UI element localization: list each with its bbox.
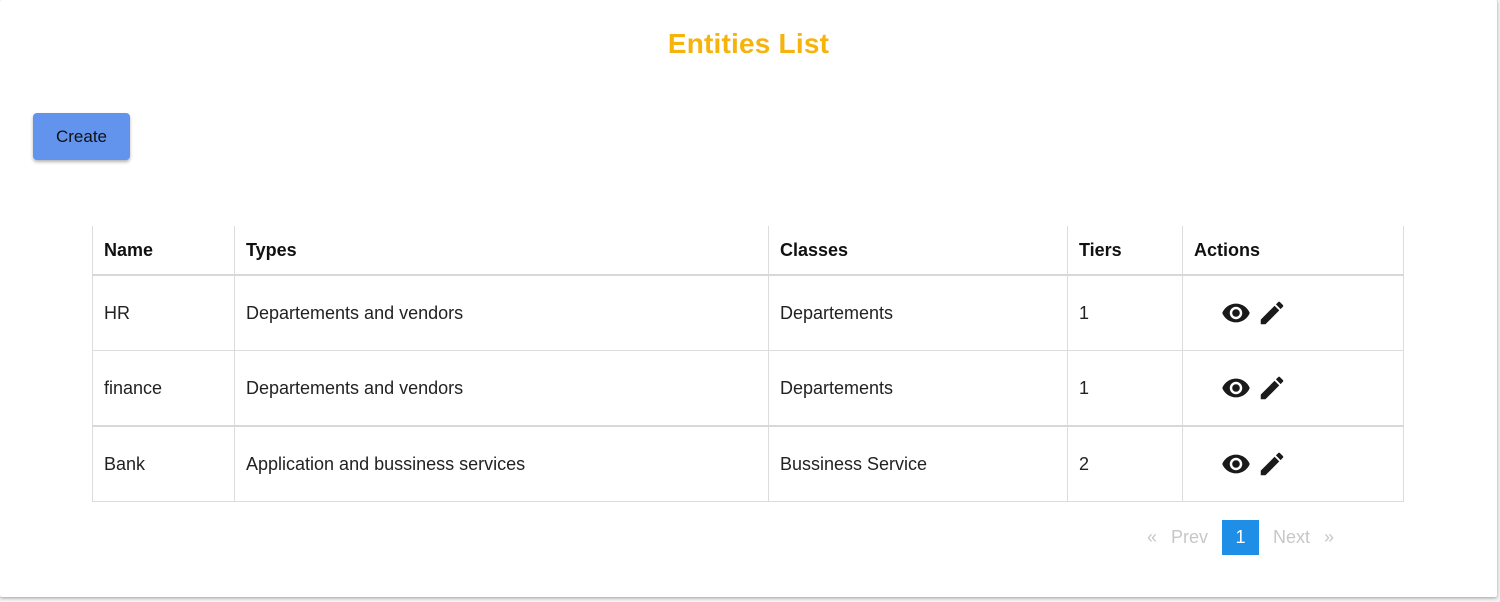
cell-actions bbox=[1182, 425, 1404, 502]
cell-classes: Departements bbox=[768, 274, 1068, 351]
cell-tiers: 2 bbox=[1067, 425, 1183, 502]
cell-types: Departements and vendors bbox=[234, 274, 769, 351]
page-title: Entities List bbox=[667, 28, 830, 59]
eye-icon[interactable] bbox=[1221, 298, 1251, 328]
eye-icon[interactable] bbox=[1221, 449, 1251, 479]
last-page-link[interactable]: » bbox=[1317, 520, 1341, 555]
prev-page-link[interactable]: Prev bbox=[1164, 520, 1215, 555]
pencil-icon[interactable] bbox=[1257, 373, 1287, 403]
column-header-actions: Actions bbox=[1182, 226, 1404, 276]
cell-actions bbox=[1182, 350, 1404, 427]
create-button[interactable]: Create bbox=[33, 113, 130, 160]
column-header-classes[interactable]: Classes bbox=[768, 226, 1068, 276]
entities-card: Entities List Create Name Types Classes … bbox=[0, 0, 1497, 597]
eye-icon[interactable] bbox=[1221, 373, 1251, 403]
cell-actions bbox=[1182, 274, 1404, 351]
column-header-name[interactable]: Name bbox=[92, 226, 235, 276]
pagination: « Prev 1 Next » bbox=[1140, 520, 1341, 555]
table-row: finance Departements and vendors Departe… bbox=[92, 350, 1404, 427]
cell-types: Departements and vendors bbox=[234, 350, 769, 427]
first-page-link[interactable]: « bbox=[1140, 520, 1164, 555]
column-header-types[interactable]: Types bbox=[234, 226, 769, 276]
cell-classes: Departements bbox=[768, 350, 1068, 427]
cell-tiers: 1 bbox=[1067, 350, 1183, 427]
next-page-link[interactable]: Next bbox=[1266, 520, 1317, 555]
pencil-icon[interactable] bbox=[1257, 449, 1287, 479]
cell-name: finance bbox=[92, 350, 235, 427]
cell-classes: Bussiness Service bbox=[768, 425, 1068, 502]
table-row: Bank Application and bussiness services … bbox=[92, 425, 1404, 502]
table-row: HR Departements and vendors Departements… bbox=[92, 274, 1404, 351]
table-header-row: Name Types Classes Tiers Actions bbox=[92, 226, 1404, 276]
cell-name: HR bbox=[92, 274, 235, 351]
entities-table: Name Types Classes Tiers Actions HR Depa… bbox=[92, 226, 1404, 502]
pencil-icon[interactable] bbox=[1257, 298, 1287, 328]
cell-types: Application and bussiness services bbox=[234, 425, 769, 502]
column-header-tiers[interactable]: Tiers bbox=[1067, 226, 1183, 276]
current-page-button[interactable]: 1 bbox=[1222, 520, 1260, 555]
cell-tiers: 1 bbox=[1067, 274, 1183, 351]
cell-name: Bank bbox=[92, 425, 235, 502]
